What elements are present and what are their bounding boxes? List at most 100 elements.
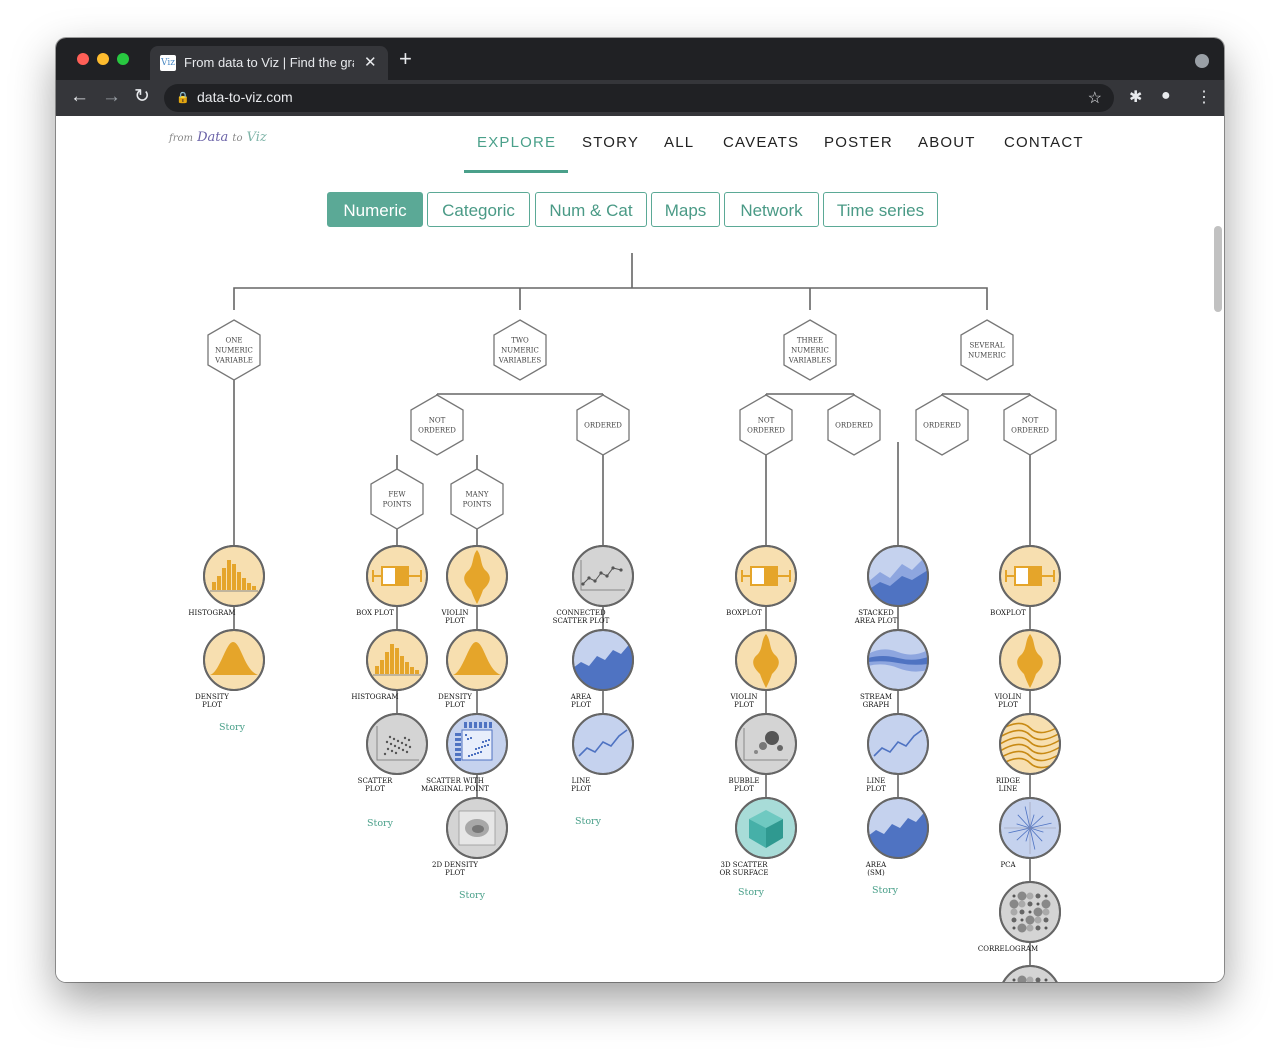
chart-label: MARGINAL POINT (421, 785, 489, 793)
decision-node-label: ONE (226, 337, 243, 345)
chart-violin-many[interactable]: VIOLINPLOT (440, 545, 508, 625)
chart-scatter-3d[interactable]: 3D SCATTEROR SURFACE (720, 797, 797, 877)
chart-histogram-few[interactable]: HISTOGRAM (351, 629, 428, 701)
decision-node-two-ordered[interactable]: ORDERED (576, 394, 630, 456)
story-link-few[interactable]: Story (367, 818, 394, 829)
reload-icon[interactable]: ↻ (134, 87, 150, 107)
chart-label: BUBBLE (728, 777, 759, 785)
back-arrow-icon[interactable]: ← (70, 87, 89, 107)
decision-node-label: NUMERIC (791, 347, 829, 355)
decision-node-label: ORDERED (418, 427, 456, 435)
new-tab-button[interactable]: + (399, 48, 412, 70)
decision-node-three-not-ordered[interactable]: NOT ORDERED (739, 394, 793, 456)
chart-scatter-few[interactable]: SCATTERPLOT (358, 713, 428, 793)
decision-node-three-ordered[interactable]: ORDERED (827, 394, 881, 456)
decision-node-label: ORDERED (835, 422, 873, 430)
menu-kebab-icon[interactable]: ⋮ (1196, 87, 1212, 107)
chart-label: DENSITY (195, 693, 229, 701)
chart-connected-scatter[interactable]: CONNECTEDSCATTER PLOT (553, 545, 634, 625)
decision-node-several-not-ordered[interactable]: NOT ORDERED (1003, 394, 1057, 456)
chart-label: AREA PLOT (854, 617, 898, 625)
decision-node-three[interactable]: THREE NUMERIC VARIABLES (783, 319, 837, 381)
decision-node-two[interactable]: TWO NUMERIC VARIABLES (493, 319, 547, 381)
chart-violin-several[interactable]: VIOLINPLOT (993, 629, 1061, 709)
chart-boxplot-three[interactable]: BOXPLOT (726, 545, 797, 617)
chart-violin-three[interactable]: VIOLINPLOT (729, 629, 797, 709)
chart-label: CORRELOGRAM (978, 945, 1038, 953)
chart-label: VIOLIN (993, 693, 1021, 701)
chart-label: DENSITY (438, 693, 472, 701)
decision-node-two-not-ordered[interactable]: NOT ORDERED (410, 394, 464, 456)
decision-node-label: SEVERAL (969, 342, 1004, 350)
url-text[interactable]: data-to-viz.com (197, 89, 293, 105)
minimize-window-button[interactable] (97, 53, 109, 65)
chart-label: (SM) (867, 869, 885, 877)
chart-label: SCATTER WITH (426, 777, 484, 785)
story-link-three-ordered[interactable]: Story (872, 885, 899, 896)
decision-node-one[interactable]: ONE NUMERIC VARIABLE (207, 319, 261, 381)
decision-node-label: MANY (466, 491, 489, 499)
tab-title: From data to Viz | Find the graphic you … (184, 55, 354, 70)
extensions-icon[interactable]: ✱ (1129, 87, 1142, 107)
decision-node-label: ORDERED (923, 422, 961, 430)
chart-label: SCATTER PLOT (553, 617, 610, 625)
page-scrollbar[interactable] (1214, 226, 1222, 312)
chart-density-2d[interactable]: 2D DENSITYPLOT (432, 797, 508, 877)
chart-label: PLOT (445, 701, 465, 709)
chart-label: PLOT (445, 617, 465, 625)
chart-pca[interactable]: PCA (999, 797, 1061, 869)
address-bar[interactable]: 🔒 data-to-viz.com ☆ (164, 84, 1114, 112)
tab-search-icon[interactable] (1195, 54, 1209, 68)
chart-scatter-marginal[interactable]: SCATTER WITHMARGINAL POINT (421, 713, 508, 793)
decision-node-many-points[interactable]: MANY POINTS (450, 468, 504, 530)
chart-stacked-area[interactable]: STACKEDAREA PLOT (854, 545, 929, 625)
tab-close-icon[interactable]: ✕ (364, 53, 377, 71)
chart-density-many[interactable]: DENSITYPLOT (438, 629, 508, 709)
story-link-one[interactable]: Story (219, 722, 246, 733)
chart-label: 3D SCATTER (721, 861, 769, 869)
chart-stream-graph[interactable]: STREAMGRAPH (860, 629, 929, 709)
site-favicon-icon: Viz (160, 55, 176, 71)
chart-area-two[interactable]: AREAPLOT (570, 629, 634, 709)
chart-boxplot-few[interactable]: BOX PLOT (356, 545, 428, 617)
chart-label: LINE (867, 777, 886, 785)
chart-histogram-1[interactable]: HISTOGRAM (188, 545, 265, 617)
chart-label: PLOT (365, 785, 385, 793)
chart-line-ordered[interactable]: LINEPLOT (866, 713, 929, 793)
decision-node-several[interactable]: SEVERAL NUMERIC (960, 319, 1014, 381)
story-link-three-not-ordered[interactable]: Story (738, 887, 765, 898)
story-link-many[interactable]: Story (459, 890, 486, 901)
chart-correlogram[interactable]: CORRELOGRAM (978, 881, 1061, 953)
chart-line-two[interactable]: LINEPLOT (571, 713, 634, 793)
decision-node-several-ordered[interactable]: ORDERED (915, 394, 969, 456)
decision-node-label: POINTS (383, 501, 412, 509)
browser-window: Viz From data to Viz | Find the graphic … (56, 38, 1224, 982)
decision-node-label: ORDERED (1011, 427, 1049, 435)
decision-node-label: NUMERIC (501, 347, 539, 355)
chart-area-sm[interactable]: AREA(SM) (865, 797, 929, 877)
chart-label: AREA (570, 693, 592, 701)
chart-boxplot-several[interactable]: BOXPLOT (990, 545, 1061, 617)
chart-label: HISTOGRAM (188, 609, 235, 617)
chart-cut-off[interactable] (1000, 965, 1060, 982)
chart-label: 2D DENSITY (432, 861, 478, 869)
chart-label: PLOT (571, 785, 591, 793)
chart-density-2d-icon (458, 810, 496, 846)
story-link-ordered[interactable]: Story (575, 816, 602, 827)
chart-label: SCATTER (358, 777, 393, 785)
maximize-window-button[interactable] (117, 53, 129, 65)
decision-node-few-points[interactable]: FEW POINTS (370, 468, 424, 530)
profile-icon[interactable]: ● (1161, 87, 1171, 105)
chart-label: VIOLIN (440, 609, 468, 617)
forward-arrow-icon[interactable]: → (102, 87, 121, 107)
chart-ridge-line[interactable]: RIDGELINE (996, 713, 1061, 793)
chart-density-1[interactable]: DENSITYPLOT (195, 629, 265, 709)
bookmark-star-icon[interactable]: ☆ (1088, 88, 1102, 108)
chart-bubble[interactable]: BUBBLEPLOT (728, 713, 797, 793)
decision-node-label: NUMERIC (215, 347, 253, 355)
close-window-button[interactable] (77, 53, 89, 65)
decision-node-label: THREE (797, 337, 823, 345)
browser-tab[interactable]: Viz From data to Viz | Find the graphic … (150, 46, 388, 80)
chart-label: OR SURFACE (720, 869, 769, 877)
decision-node-label: ORDERED (747, 427, 785, 435)
